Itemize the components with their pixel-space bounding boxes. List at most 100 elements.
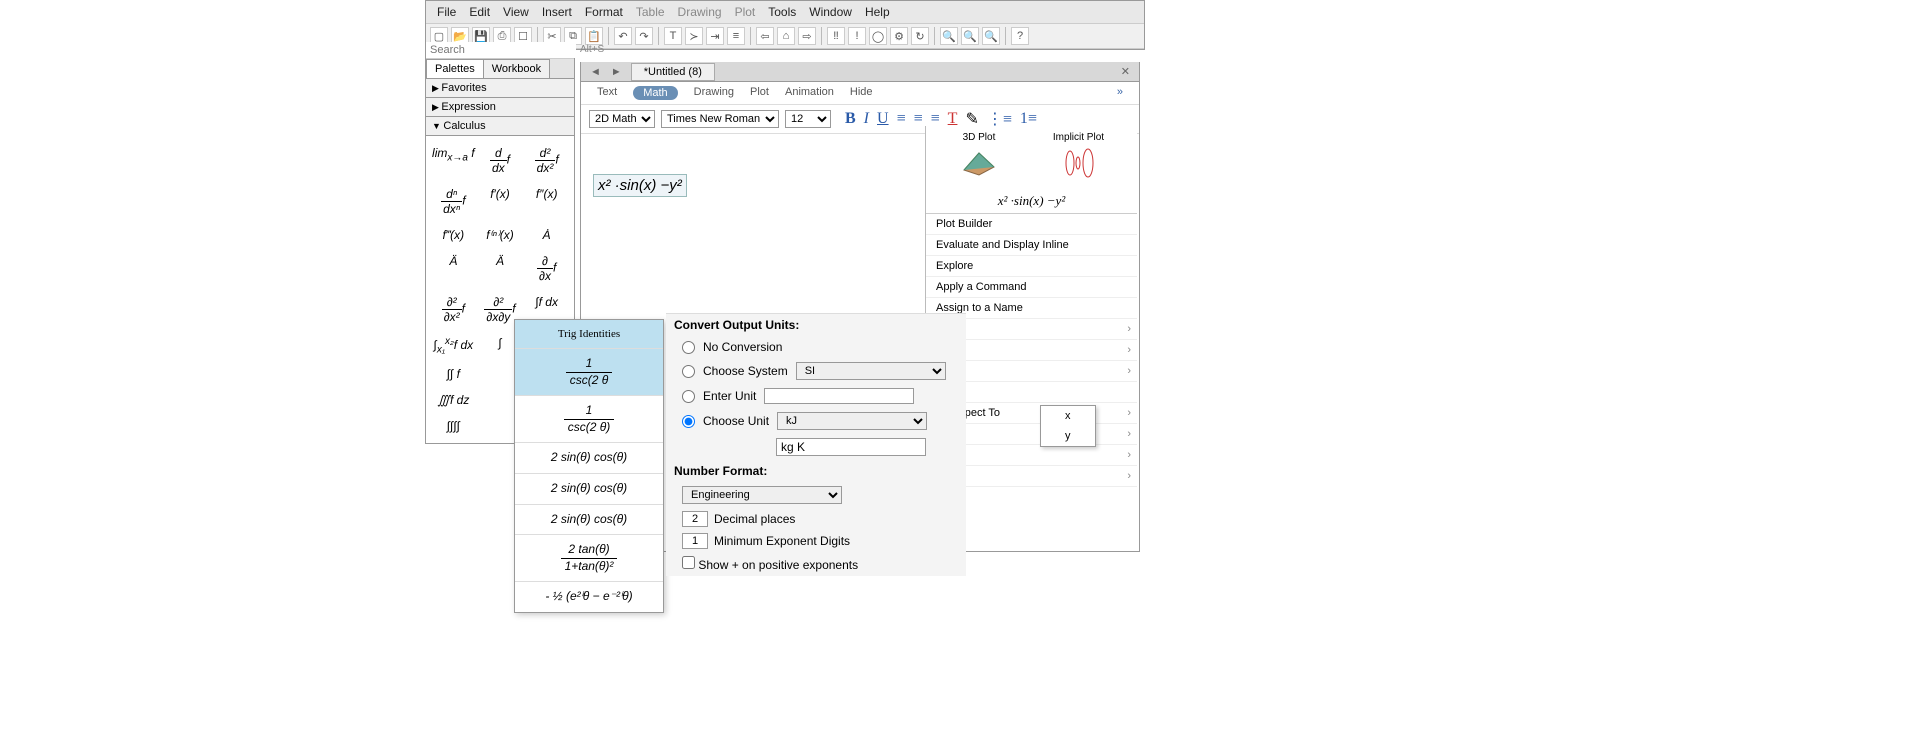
pal-defint[interactable]: ∫x₁x₂f dx: [430, 330, 477, 361]
doc-title[interactable]: *Untitled (8): [631, 63, 715, 81]
trig-row5[interactable]: 2 tan(θ)1+tan(θ)²: [515, 534, 663, 581]
font-select[interactable]: Times New Roman: [661, 110, 779, 128]
back-icon[interactable]: ⇦: [756, 27, 774, 45]
section-expression[interactable]: Expression: [426, 98, 574, 117]
ctx-animation[interactable]: Animation: [785, 86, 834, 100]
help-icon[interactable]: ?: [1011, 27, 1029, 45]
unit-select[interactable]: kJ: [777, 412, 927, 430]
zoom1-icon[interactable]: 🔍: [940, 27, 958, 45]
tab-palettes[interactable]: Palettes: [426, 59, 484, 78]
pal-ddot[interactable]: Ä: [430, 248, 477, 289]
numfmt-select[interactable]: Engineering: [682, 486, 842, 504]
trig-row0[interactable]: 1csc(2 θ: [515, 348, 663, 395]
menu-window[interactable]: Window: [804, 3, 857, 21]
enter-unit-input[interactable]: [764, 388, 914, 404]
decimals-input[interactable]: [682, 511, 708, 527]
system-select[interactable]: SI: [796, 362, 946, 380]
doc-prev-icon[interactable]: ◄: [585, 66, 606, 78]
prompt-icon[interactable]: ≻: [685, 27, 703, 45]
ctx-plot[interactable]: Plot: [750, 86, 769, 100]
menu-view[interactable]: View: [498, 3, 534, 21]
trig-row4[interactable]: 2 sin(θ) cos(θ): [515, 504, 663, 535]
search-input[interactable]: [426, 42, 576, 58]
radio-system[interactable]: [682, 365, 695, 378]
ctx-drawing[interactable]: Drawing: [694, 86, 734, 100]
menu-insert[interactable]: Insert: [537, 3, 577, 21]
style-select[interactable]: 2D Math: [589, 110, 655, 128]
cm-evaluate[interactable]: Evaluate and Display Inline: [926, 235, 1137, 256]
trig-row6[interactable]: - ½ (e²ⁱθ − e⁻²ⁱθ): [515, 581, 663, 612]
doc-next-icon[interactable]: ►: [606, 66, 627, 78]
T-icon[interactable]: T: [664, 27, 682, 45]
pal-fp[interactable]: f′(x): [477, 181, 524, 222]
plot3d-preview[interactable]: 3D Plot: [959, 132, 999, 183]
section-calculus[interactable]: Calculus: [426, 117, 574, 136]
ctx-hide[interactable]: Hide: [850, 86, 873, 100]
menu-drawing[interactable]: Drawing: [673, 3, 727, 21]
implicit-preview[interactable]: Implicit Plot: [1053, 132, 1104, 183]
pal-dn[interactable]: dⁿdxⁿf: [430, 181, 477, 222]
size-select[interactable]: 12: [785, 110, 831, 128]
menu-format[interactable]: Format: [580, 3, 628, 21]
pal-dblint[interactable]: ∫∫ f: [430, 361, 477, 387]
cm-explore[interactable]: Explore: [926, 256, 1137, 277]
enter-label: Enter Unit: [703, 389, 756, 403]
menu-file[interactable]: File: [432, 3, 461, 21]
ctx-math[interactable]: Math: [633, 86, 677, 100]
redo-icon[interactable]: ↷: [635, 27, 653, 45]
pal-d2[interactable]: d²dx²f: [523, 140, 570, 181]
debug-icon[interactable]: ⚙: [890, 27, 908, 45]
pal-quadint[interactable]: ∫∫∫∫: [430, 413, 477, 439]
trig-row3[interactable]: 2 sin(θ) cos(θ): [515, 473, 663, 504]
pal-triint[interactable]: ∭f dz: [430, 387, 477, 413]
trig-row1[interactable]: 1csc(2 θ): [515, 395, 663, 442]
submenu-y[interactable]: y: [1041, 426, 1095, 446]
italic-icon[interactable]: I: [862, 110, 871, 128]
expand-icon[interactable]: »: [1117, 86, 1123, 100]
menu-plot[interactable]: Plot: [730, 3, 761, 21]
math-expression[interactable]: x² ·sin(x) −y²: [593, 174, 687, 197]
restart-icon[interactable]: ↻: [911, 27, 929, 45]
stop-icon[interactable]: ◯: [869, 27, 887, 45]
menu-edit[interactable]: Edit: [464, 3, 495, 21]
bold-icon[interactable]: B: [843, 110, 858, 128]
home-icon[interactable]: ⌂: [777, 27, 795, 45]
zoom3-icon[interactable]: 🔍: [982, 27, 1000, 45]
pal-limit[interactable]: limx→a f: [430, 140, 477, 181]
list-icon[interactable]: ≡: [727, 27, 745, 45]
pal-partial2[interactable]: ∂²∂x²f: [430, 289, 477, 330]
section-favorites[interactable]: Favorites: [426, 79, 574, 98]
radio-noconv[interactable]: [682, 341, 695, 354]
submenu-x[interactable]: x: [1041, 406, 1095, 426]
underline-icon[interactable]: U: [875, 110, 891, 128]
pal-f3[interactable]: f‴(x): [430, 222, 477, 248]
pal-dot[interactable]: Ȧ: [523, 222, 570, 248]
pal-fn[interactable]: f⁽ⁿ⁾(x): [477, 222, 524, 248]
pal-d1[interactable]: ddxf: [477, 140, 524, 181]
indent-icon[interactable]: ⇥: [706, 27, 724, 45]
menu-tools[interactable]: Tools: [763, 3, 801, 21]
radio-chooseunit[interactable]: [682, 415, 695, 428]
pal-ddot2[interactable]: Ä: [477, 248, 524, 289]
cm-apply[interactable]: Apply a Command: [926, 277, 1137, 298]
minexp-input[interactable]: [682, 533, 708, 549]
trig-row2[interactable]: 2 sin(θ) cos(θ): [515, 442, 663, 473]
radio-enter[interactable]: [682, 390, 695, 403]
pal-fpp[interactable]: f″(x): [523, 181, 570, 222]
exec1-icon[interactable]: !: [848, 27, 866, 45]
align-left-icon[interactable]: ≡: [895, 110, 908, 128]
pal-partial[interactable]: ∂∂xf: [523, 248, 570, 289]
doc-close-icon[interactable]: ✕: [1116, 65, 1135, 78]
tab-workbook[interactable]: Workbook: [483, 59, 550, 78]
showplus-check[interactable]: [682, 556, 695, 569]
ctx-text[interactable]: Text: [597, 86, 617, 100]
system-label: Choose System: [703, 364, 788, 378]
align-center-icon[interactable]: ≡: [912, 110, 925, 128]
exec-icon[interactable]: ‼: [827, 27, 845, 45]
menu-help[interactable]: Help: [860, 3, 895, 21]
menu-table[interactable]: Table: [631, 3, 670, 21]
zoom2-icon[interactable]: 🔍: [961, 27, 979, 45]
cm-plotbuilder[interactable]: Plot Builder: [926, 214, 1137, 235]
undo-icon[interactable]: ↶: [614, 27, 632, 45]
forward-icon[interactable]: ⇨: [798, 27, 816, 45]
